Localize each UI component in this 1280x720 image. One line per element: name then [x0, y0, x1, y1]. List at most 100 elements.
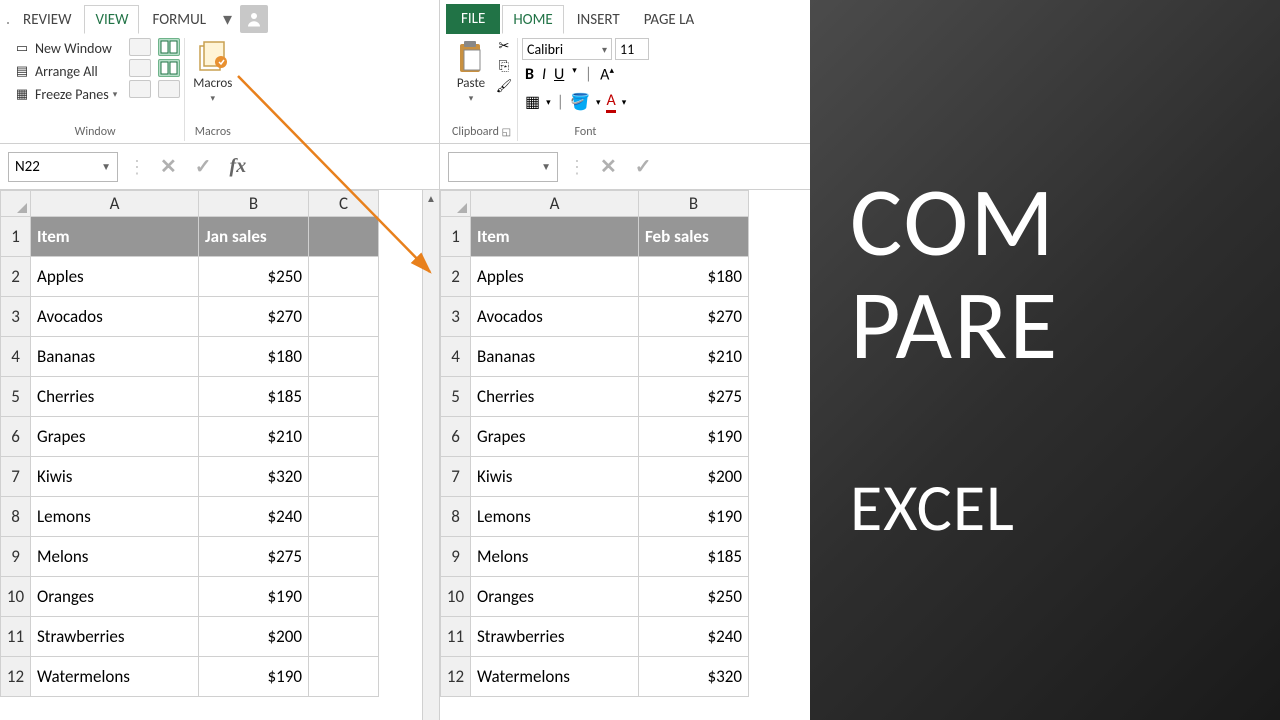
row-header[interactable]: 10 [441, 577, 471, 617]
col-header[interactable]: A [31, 191, 199, 217]
tab-home[interactable]: HOME [502, 5, 563, 34]
cell[interactable]: $320 [199, 457, 309, 497]
cell[interactable]: Oranges [471, 577, 639, 617]
cell[interactable]: Lemons [471, 497, 639, 537]
bold-button[interactable]: B [525, 65, 534, 84]
cell[interactable]: Avocados [471, 297, 639, 337]
sync-scroll-button[interactable] [158, 59, 180, 77]
scroll-up-icon[interactable]: ▲ [423, 190, 439, 207]
row-header[interactable]: 5 [1, 377, 31, 417]
cell[interactable]: Watermelons [471, 657, 639, 697]
col-header[interactable]: C [309, 191, 379, 217]
cell[interactable]: Item [471, 217, 639, 257]
grid-right[interactable]: A B 1ItemFeb sales2Apples$1803Avocados$2… [440, 190, 810, 720]
name-box-right[interactable]: ▼ [448, 152, 558, 182]
borders-icon[interactable]: ▦ [525, 92, 540, 112]
cell[interactable] [309, 377, 379, 417]
tab-page-layout[interactable]: PAGE LA [633, 5, 705, 34]
cancel-icon[interactable]: ✕ [156, 154, 181, 179]
font-name-select[interactable]: Calibri▾ [522, 38, 612, 60]
row-header[interactable]: 2 [1, 257, 31, 297]
tab-overflow-icon[interactable]: ▾ [223, 8, 232, 30]
tab-view[interactable]: VIEW [84, 5, 139, 34]
row-header[interactable]: 10 [1, 577, 31, 617]
row-header[interactable]: 1 [441, 217, 471, 257]
row-header[interactable]: 7 [441, 457, 471, 497]
cell[interactable]: $240 [199, 497, 309, 537]
font-color-icon[interactable]: A [606, 91, 615, 113]
cell[interactable]: $185 [199, 377, 309, 417]
cell[interactable]: $210 [199, 417, 309, 457]
cell[interactable]: Apples [471, 257, 639, 297]
cell[interactable]: $190 [639, 417, 749, 457]
row-header[interactable]: 4 [441, 337, 471, 377]
cell[interactable]: $275 [639, 377, 749, 417]
cell[interactable] [309, 577, 379, 617]
arrange-all-button[interactable]: ▤ Arrange All [10, 61, 120, 82]
split-icon[interactable] [129, 38, 151, 56]
fx-icon[interactable]: fx [226, 155, 251, 178]
paste-button[interactable]: Paste ▾ [450, 38, 492, 106]
select-all-corner[interactable] [441, 191, 471, 217]
name-box-left[interactable]: N22 ▼ [8, 152, 118, 182]
cell[interactable]: Bananas [471, 337, 639, 377]
cell[interactable] [309, 217, 379, 257]
row-header[interactable]: 12 [1, 657, 31, 697]
cell[interactable]: Melons [471, 537, 639, 577]
row-header[interactable]: 12 [441, 657, 471, 697]
cell[interactable]: Avocados [31, 297, 199, 337]
cell[interactable]: $185 [639, 537, 749, 577]
row-header[interactable]: 9 [441, 537, 471, 577]
tab-review[interactable]: REVIEW [12, 5, 82, 34]
row-header[interactable]: 9 [1, 537, 31, 577]
confirm-icon[interactable]: ✓ [631, 154, 656, 179]
cell[interactable]: Grapes [471, 417, 639, 457]
cell[interactable]: $200 [639, 457, 749, 497]
reset-window-icon[interactable] [158, 80, 180, 98]
cell[interactable] [309, 537, 379, 577]
cell[interactable]: Strawberries [471, 617, 639, 657]
row-header[interactable]: 6 [441, 417, 471, 457]
cell[interactable]: $190 [199, 577, 309, 617]
cut-icon[interactable]: ✂ [495, 38, 513, 54]
cell[interactable]: $320 [639, 657, 749, 697]
cell[interactable]: $240 [639, 617, 749, 657]
cancel-icon[interactable]: ✕ [596, 154, 621, 179]
cell[interactable]: Watermelons [31, 657, 199, 697]
cell[interactable] [309, 297, 379, 337]
new-window-button[interactable]: ▭ New Window [10, 38, 120, 59]
cell[interactable]: Strawberries [31, 617, 199, 657]
hide-icon[interactable] [129, 59, 151, 77]
cell[interactable]: Jan sales [199, 217, 309, 257]
copy-icon[interactable]: ⎘ [495, 58, 513, 74]
row-header[interactable]: 3 [1, 297, 31, 337]
tab-formulas[interactable]: FORMUL [141, 5, 217, 34]
row-header[interactable]: 3 [441, 297, 471, 337]
grid-left[interactable]: A B C 1ItemJan sales2Apples$2503Avocados… [0, 190, 439, 720]
underline-button[interactable]: U [554, 65, 564, 84]
vertical-scrollbar[interactable]: ▲ [422, 190, 439, 720]
macros-button[interactable]: Macros ▾ [189, 38, 236, 106]
cell[interactable]: $180 [199, 337, 309, 377]
view-side-by-side-button[interactable] [158, 38, 180, 56]
row-header[interactable]: 8 [441, 497, 471, 537]
cell[interactable]: Item [31, 217, 199, 257]
font-size-select[interactable]: 11 [615, 38, 649, 60]
fill-color-icon[interactable]: 🪣 [570, 92, 590, 112]
cell[interactable]: Oranges [31, 577, 199, 617]
row-header[interactable]: 7 [1, 457, 31, 497]
cell[interactable]: $180 [639, 257, 749, 297]
col-header[interactable]: A [471, 191, 639, 217]
cell[interactable] [309, 497, 379, 537]
cell[interactable] [309, 257, 379, 297]
cell[interactable]: Apples [31, 257, 199, 297]
cell[interactable] [309, 657, 379, 697]
cell[interactable]: Cherries [31, 377, 199, 417]
cell[interactable]: $190 [199, 657, 309, 697]
row-header[interactable]: 6 [1, 417, 31, 457]
cell[interactable]: Kiwis [31, 457, 199, 497]
cell[interactable] [309, 337, 379, 377]
format-painter-icon[interactable]: 🖌 [495, 78, 513, 94]
col-header[interactable]: B [639, 191, 749, 217]
row-header[interactable]: 4 [1, 337, 31, 377]
